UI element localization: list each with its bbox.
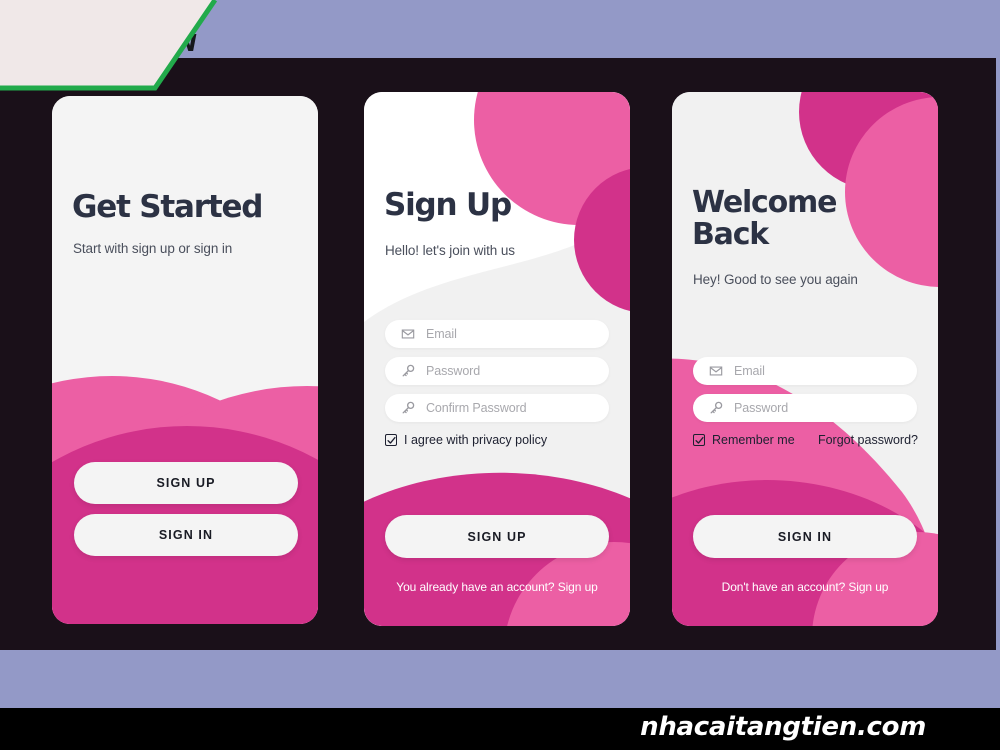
sign-in-button[interactable]: SIGN IN [74,514,298,556]
privacy-policy-label: I agree with privacy policy [404,433,548,447]
page-title: Sign Up [384,187,512,223]
envelope-icon [401,327,415,341]
phone-screen-welcome-back: Welcome Back Hey! Good to see you again … [672,92,938,626]
email-placeholder: Email [426,327,457,341]
screen-sign-up: Sign Up Hello! let's join with us Email … [364,92,630,626]
page-stage: nhacaitangtien.com NHÀCÁI TẶNGTIỀN [0,0,1000,750]
password-placeholder: Password [734,401,789,415]
email-field[interactable]: Email [693,357,917,385]
privacy-policy-checkbox[interactable]: I agree with privacy policy [385,433,547,447]
phone-screen-get-started: Get Started Start with sign up or sign i… [52,96,318,624]
page-subtitle: Hello! let's join with us [385,243,515,258]
page-subtitle: Start with sign up or sign in [73,241,233,256]
page-title: Get Started [72,189,263,225]
page-title-line-2: Back [692,217,769,252]
screen-3-content: Welcome Back Hey! Good to see you again … [672,92,938,626]
key-icon [401,364,415,378]
sign-up-primary-button[interactable]: SIGN UP [385,515,609,558]
page-subtitle: Hey! Good to see you again [693,272,858,287]
screen-1-content: Get Started Start with sign up or sign i… [52,96,318,624]
forgot-password-link[interactable]: Forgot password? [818,433,918,447]
screen-welcome-back: Welcome Back Hey! Good to see you again … [672,92,938,626]
password-field[interactable]: Password [693,394,917,422]
right-edge-strip [996,58,1000,650]
password-field[interactable]: Password [385,357,609,385]
password-placeholder: Password [426,364,481,378]
bottom-periwinkle-band [0,650,1000,708]
page-title-line-1: Welcome [692,185,837,220]
sign-in-primary-button[interactable]: SIGN IN [693,515,917,558]
go-to-sign-up-link[interactable]: Don't have an account? Sign up [672,580,938,594]
confirm-password-field[interactable]: Confirm Password [385,394,609,422]
sign-up-button[interactable]: SIGN UP [74,462,298,504]
screen-2-content: Sign Up Hello! let's join with us Email … [364,92,630,626]
key-icon [709,401,723,415]
checkbox-checked-icon[interactable] [385,434,397,446]
key-icon [401,401,415,415]
email-field[interactable]: Email [385,320,609,348]
screen-get-started: Get Started Start with sign up or sign i… [52,96,318,624]
remember-me-checkbox[interactable]: Remember me [693,433,795,447]
email-placeholder: Email [734,364,765,378]
confirm-password-placeholder: Confirm Password [426,401,527,415]
remember-me-label: Remember me [712,433,795,447]
site-watermark: nhacaitangtien.com [640,712,926,742]
go-to-sign-in-link[interactable]: You already have an account? Sign up [364,580,630,594]
envelope-icon [709,364,723,378]
phone-screen-sign-up: Sign Up Hello! let's join with us Email … [364,92,630,626]
checkbox-checked-icon[interactable] [693,434,705,446]
